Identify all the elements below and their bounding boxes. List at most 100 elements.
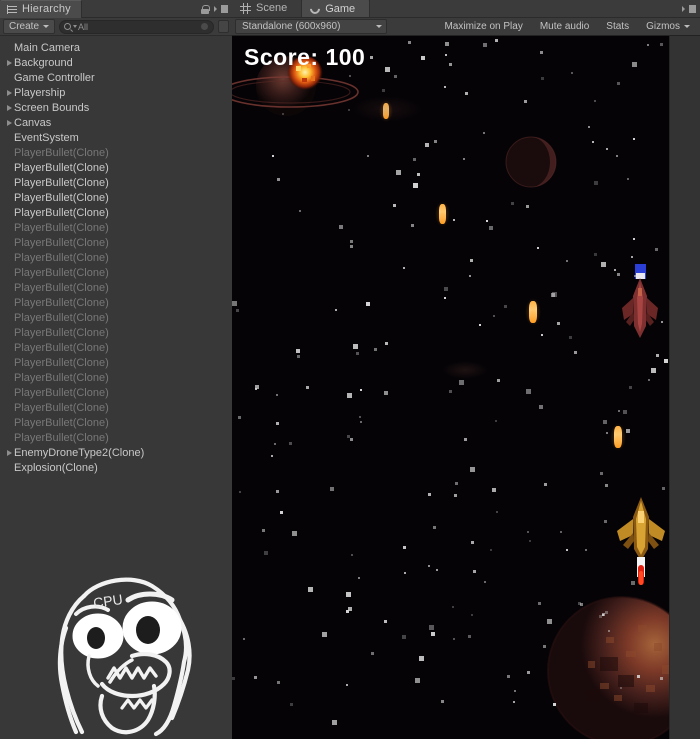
hierarchy-item[interactable]: Game Controller	[0, 70, 232, 85]
hierarchy-item[interactable]: PlayerBullet(Clone)	[0, 355, 232, 370]
hierarchy-item[interactable]: PlayerBullet(Clone)	[0, 385, 232, 400]
hierarchy-item-label: Game Controller	[14, 71, 95, 84]
star-particle	[404, 572, 406, 574]
hierarchy-item[interactable]: Playership	[0, 85, 232, 100]
player-bullet-sprite	[525, 298, 541, 326]
star-particle	[346, 684, 348, 686]
chevron-down-icon	[43, 25, 50, 28]
star-particle	[632, 62, 637, 67]
aspect-ratio-dropdown[interactable]: Standalone (600x960)	[235, 19, 387, 34]
hierarchy-item[interactable]: PlayerBullet(Clone)	[0, 280, 232, 295]
hierarchy-item[interactable]: PlayerBullet(Clone)	[0, 235, 232, 250]
search-input[interactable]: All	[59, 19, 214, 34]
star-particle	[394, 75, 397, 78]
hierarchy-item[interactable]: PlayerBullet(Clone)	[0, 250, 232, 265]
hierarchy-item[interactable]: PlayerBullet(Clone)	[0, 430, 232, 445]
search-clear-icon[interactable]	[201, 23, 208, 30]
expand-arrow-icon[interactable]	[4, 120, 14, 126]
mute-audio-toggle[interactable]: Mute audio	[533, 19, 596, 34]
hierarchy-item[interactable]: PlayerBullet(Clone)	[0, 145, 232, 160]
hierarchy-item[interactable]: PlayerBullet(Clone)	[0, 175, 232, 190]
star-particle	[411, 224, 414, 227]
hierarchy-item[interactable]: PlayerBullet(Clone)	[0, 415, 232, 430]
star-particle	[637, 675, 640, 678]
star-particle	[539, 405, 543, 409]
tab-game[interactable]: Game	[301, 0, 371, 17]
star-particle	[280, 511, 283, 514]
star-particle	[232, 301, 237, 306]
hierarchy-item[interactable]: PlayerBullet(Clone)	[0, 160, 232, 175]
star-particle	[339, 225, 343, 229]
game-render-canvas[interactable]	[232, 36, 669, 739]
star-particle	[306, 386, 309, 389]
star-particle	[428, 565, 430, 567]
star-particle	[537, 247, 539, 249]
star-particle	[276, 490, 279, 493]
star-particle	[473, 570, 476, 573]
hierarchy-item[interactable]: Canvas	[0, 115, 232, 130]
tab-hierarchy[interactable]: Hierarchy	[0, 0, 82, 18]
star-particle	[633, 138, 635, 140]
search-filter-chevron-icon[interactable]	[73, 25, 78, 28]
game-view[interactable]: Score: 100	[232, 36, 700, 739]
hierarchy-item-label: EventSystem	[14, 131, 79, 144]
hierarchy-item[interactable]: PlayerBullet(Clone)	[0, 400, 232, 415]
hierarchy-panel: Hierarchy Create All Main Camera Backgrou…	[0, 0, 232, 739]
hierarchy-item[interactable]: PlayerBullet(Clone)	[0, 220, 232, 235]
star-particle	[529, 540, 531, 542]
star-particle	[647, 44, 649, 46]
star-particle	[524, 100, 527, 103]
hierarchy-item[interactable]: PlayerBullet(Clone)	[0, 340, 232, 355]
star-particle	[413, 183, 418, 188]
star-particle	[664, 359, 668, 363]
expand-arrow-icon[interactable]	[4, 90, 14, 96]
create-button[interactable]: Create	[3, 19, 56, 34]
star-particle	[332, 720, 337, 725]
star-particle	[541, 77, 544, 80]
hierarchy-item[interactable]: PlayerBullet(Clone)	[0, 190, 232, 205]
expand-arrow-icon[interactable]	[4, 105, 14, 111]
star-particle	[429, 625, 434, 630]
panel-menu-icon[interactable]	[682, 5, 696, 14]
hierarchy-item[interactable]: Main Camera	[0, 40, 232, 55]
hierarchy-item[interactable]: PlayerBullet(Clone)	[0, 265, 232, 280]
star-particle	[493, 315, 495, 317]
hierarchy-item[interactable]: Background	[0, 55, 232, 70]
star-particle	[602, 614, 604, 616]
gizmos-label: Gizmos	[646, 21, 680, 32]
gizmos-button[interactable]: Gizmos	[639, 19, 697, 34]
hierarchy-item-label: PlayerBullet(Clone)	[14, 416, 109, 429]
panel-menu-icon[interactable]	[214, 5, 228, 14]
star-particle	[441, 700, 444, 703]
expand-arrow-icon[interactable]	[4, 450, 14, 456]
hierarchy-tab-label: Hierarchy	[22, 3, 71, 15]
hierarchy-item-label: PlayerBullet(Clone)	[14, 161, 109, 174]
star-particle	[255, 385, 259, 389]
lock-icon[interactable]	[201, 4, 210, 14]
hierarchy-item[interactable]: EventSystem	[0, 130, 232, 145]
expand-arrow-icon[interactable]	[4, 60, 14, 66]
hierarchy-tabbar-controls	[201, 0, 228, 18]
star-particle	[538, 602, 541, 605]
tab-scene[interactable]: Scene	[232, 0, 301, 17]
tab-scene-label: Scene	[256, 2, 288, 14]
hierarchy-item[interactable]: PlayerBullet(Clone)	[0, 310, 232, 325]
hierarchy-item[interactable]: EnemyDroneType2(Clone)	[0, 445, 232, 460]
maximize-on-play-toggle[interactable]: Maximize on Play	[437, 19, 529, 34]
hierarchy-item[interactable]: PlayerBullet(Clone)	[0, 295, 232, 310]
hierarchy-item-label: PlayerBullet(Clone)	[14, 386, 109, 399]
stats-toggle[interactable]: Stats	[599, 19, 636, 34]
player-bullet-sprite	[435, 201, 450, 227]
hierarchy-item[interactable]: PlayerBullet(Clone)	[0, 370, 232, 385]
hierarchy-item[interactable]: PlayerBullet(Clone)	[0, 205, 232, 220]
hierarchy-item[interactable]: PlayerBullet(Clone)	[0, 325, 232, 340]
hierarchy-item[interactable]: Explosion(Clone)	[0, 460, 232, 475]
hierarchy-item-label: Canvas	[14, 116, 52, 129]
star-particle	[330, 487, 334, 491]
star-particle	[433, 526, 436, 529]
hierarchy-item[interactable]: Screen Bounds	[0, 100, 232, 115]
star-particle	[254, 676, 257, 679]
star-particle	[292, 531, 297, 536]
star-particle	[347, 393, 352, 398]
hierarchy-sort-button[interactable]	[218, 20, 229, 33]
